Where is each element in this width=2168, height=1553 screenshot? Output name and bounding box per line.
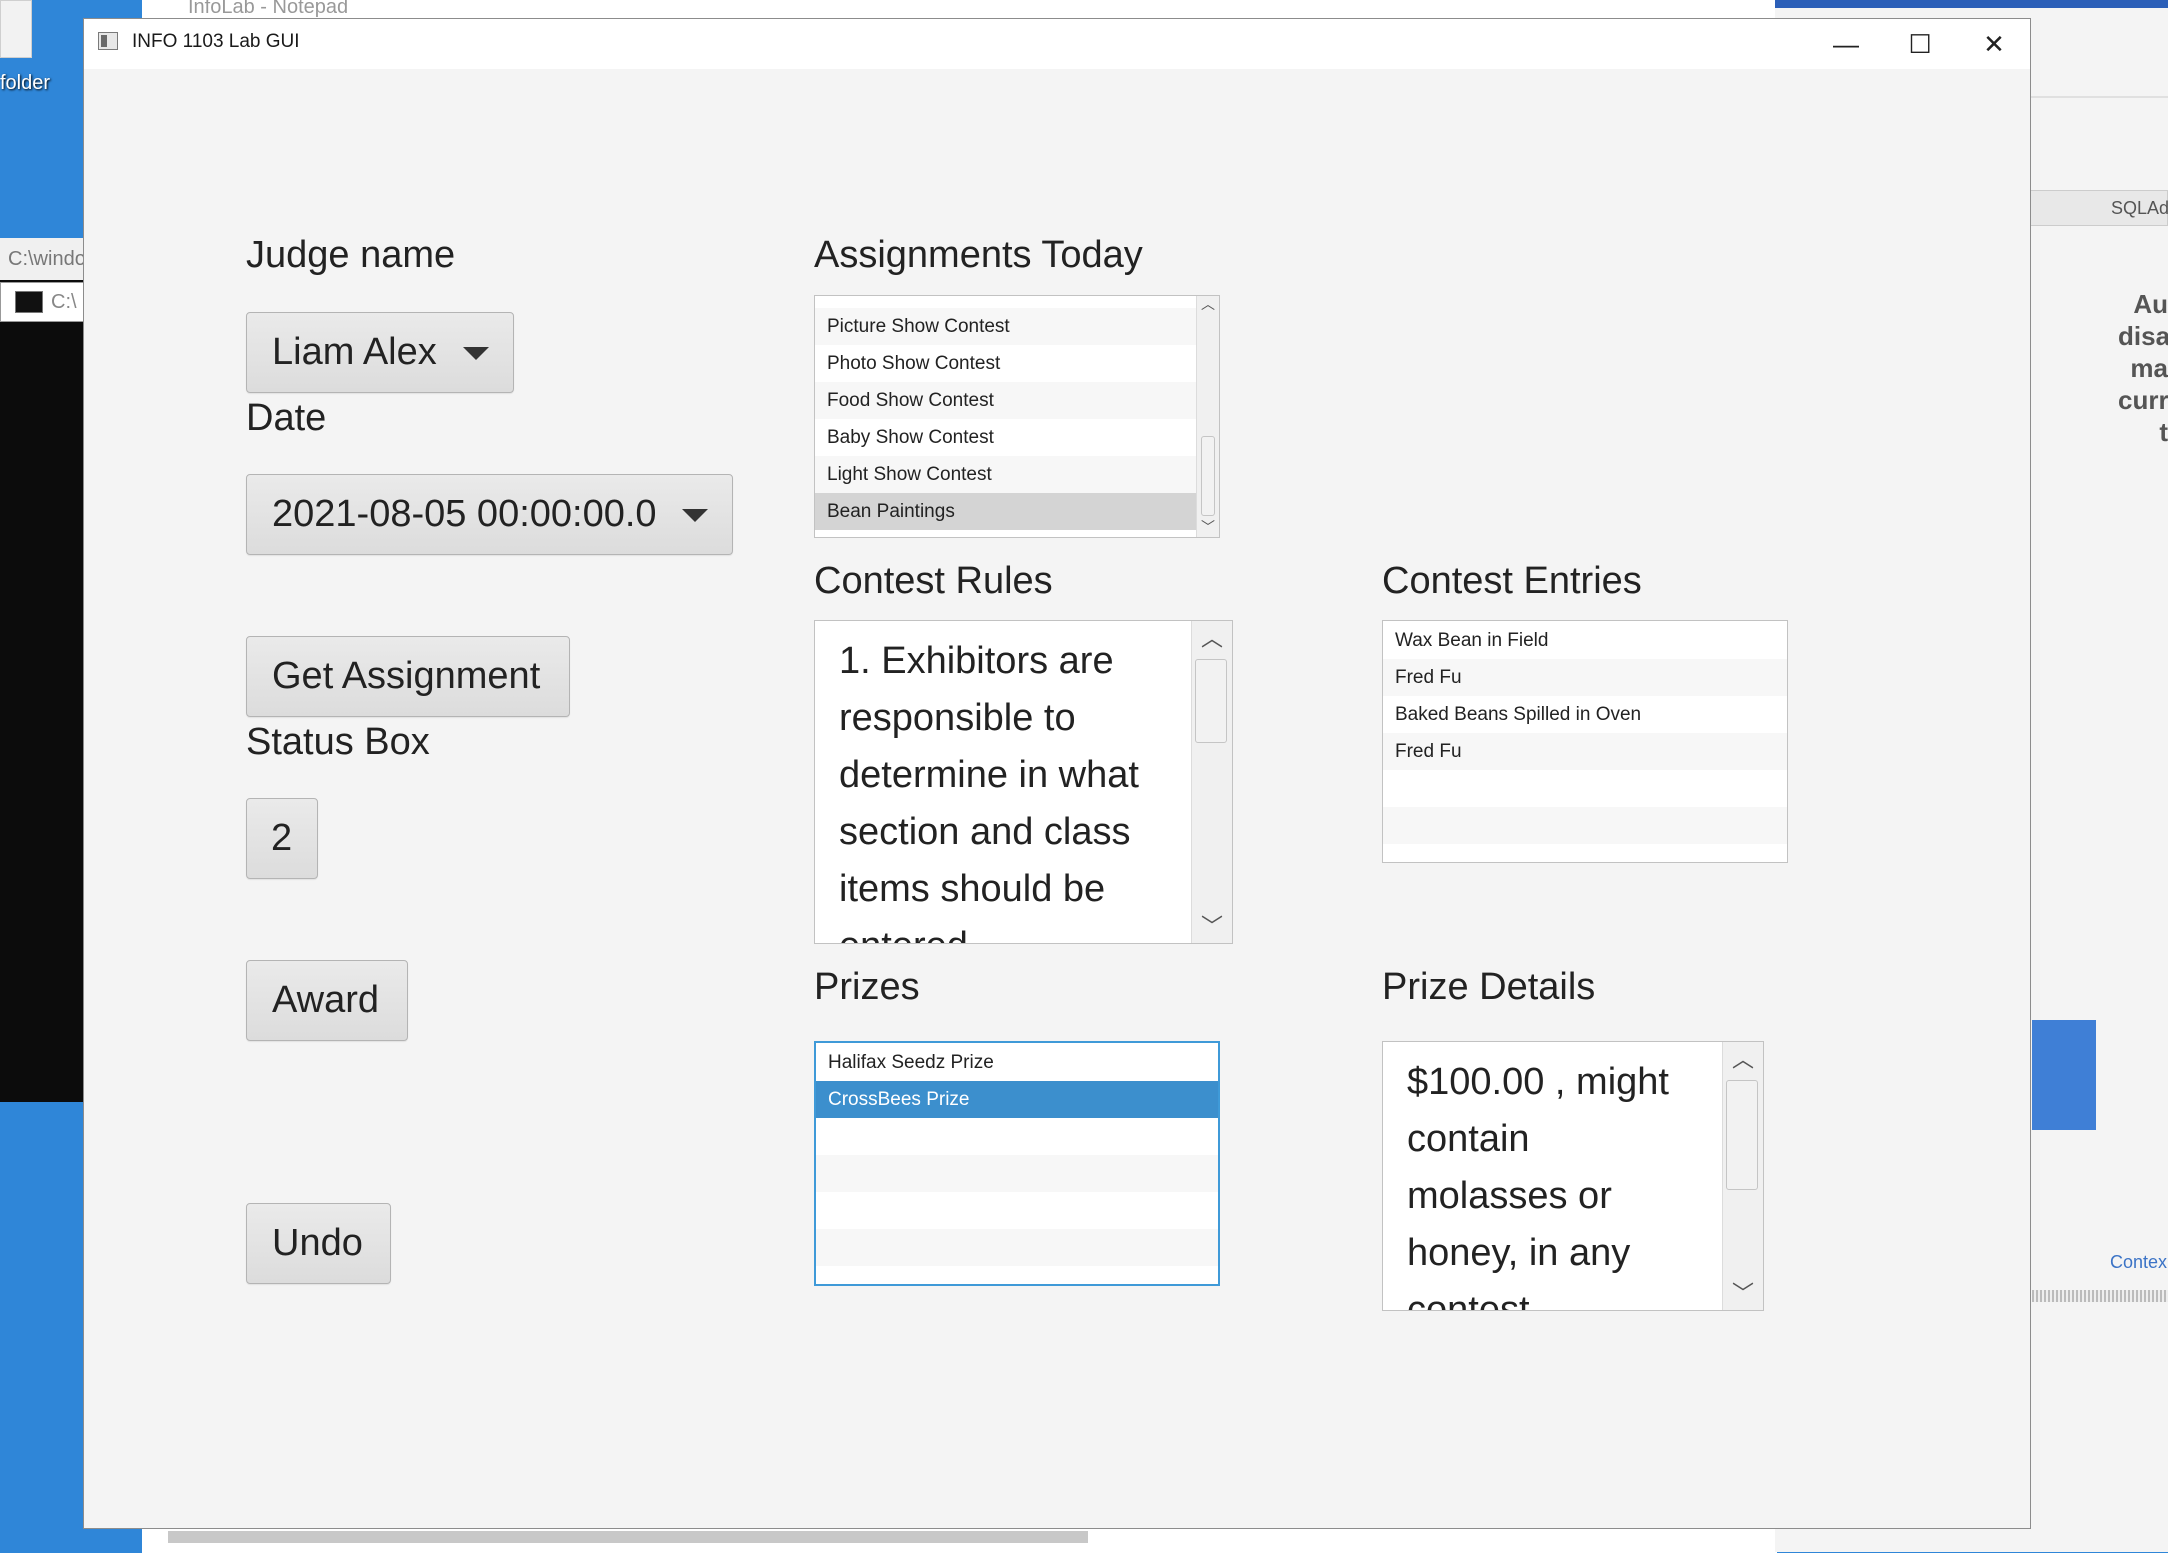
- chevron-down-icon[interactable]: ﹀: [1192, 909, 1232, 941]
- sql-side-text: Au disa ma curr t: [2118, 289, 2168, 447]
- list-item[interactable]: Photo Show Contest: [815, 345, 1197, 382]
- prize-details-textarea[interactable]: $100.00 , might contain molasses or hone…: [1382, 1041, 1764, 1311]
- chevron-down-icon[interactable]: ﹀: [1723, 1276, 1763, 1308]
- chevron-up-icon[interactable]: ︿: [1723, 1042, 1763, 1074]
- app-icon: [98, 32, 118, 50]
- status-box-label: Status Box: [246, 721, 430, 763]
- prize-details-label: Prize Details: [1382, 966, 1596, 1008]
- assignments-list[interactable]: Ball Show Contest Picture Show Contest P…: [814, 295, 1220, 538]
- folder-icon[interactable]: [0, 0, 32, 58]
- contest-entries-label: Contest Entries: [1382, 560, 1642, 602]
- empty-row: [816, 1229, 1218, 1266]
- scroll-thumb[interactable]: [1195, 659, 1227, 743]
- list-item[interactable]: Fred Fu: [1383, 659, 1787, 696]
- scroll-thumb[interactable]: [1201, 436, 1215, 516]
- list-item[interactable]: Wax Bean in Field: [1383, 622, 1787, 659]
- close-button[interactable]: ✕: [1957, 19, 2031, 69]
- maximize-button[interactable]: ☐: [1883, 19, 1957, 69]
- award-button[interactable]: Award: [246, 960, 408, 1041]
- titlebar: INFO 1103 Lab GUI — ☐ ✕: [84, 19, 2030, 69]
- window-title: INFO 1103 Lab GUI: [132, 31, 300, 52]
- notepad-scrollbar[interactable]: [168, 1531, 1088, 1543]
- list-item[interactable]: Light Show Contest: [815, 456, 1197, 493]
- contest-entries-list[interactable]: Wax Bean in Field Fred Fu Baked Beans Sp…: [1382, 620, 1788, 863]
- list-item[interactable]: Picture Show Contest: [815, 308, 1197, 345]
- contest-rules-label: Contest Rules: [814, 560, 1053, 602]
- judge-name-combobox[interactable]: Liam Alex: [246, 312, 514, 393]
- chevron-up-icon[interactable]: ︿: [1197, 296, 1219, 314]
- prize-details-text: $100.00 , might contain molasses or hone…: [1407, 1061, 1669, 1311]
- chevron-up-icon[interactable]: ︿: [1192, 621, 1232, 653]
- chevron-down-icon: [682, 509, 708, 522]
- sql-app-titlebar: [1775, 0, 2168, 8]
- console-tab[interactable]: C:\: [0, 282, 84, 322]
- date-combobox[interactable]: 2021-08-05 00:00:00.0: [246, 474, 733, 555]
- get-assignment-button[interactable]: Get Assignment: [246, 636, 570, 717]
- date-value: 2021-08-05 00:00:00.0: [272, 493, 657, 535]
- list-item[interactable]: Food Show Contest: [815, 382, 1197, 419]
- date-label: Date: [246, 397, 327, 439]
- rules-scrollbar[interactable]: ︿ ﹀: [1191, 621, 1232, 943]
- list-item-selected[interactable]: CrossBees Prize: [816, 1081, 1218, 1118]
- main-window: INFO 1103 Lab GUI — ☐ ✕ Judge name Liam …: [83, 18, 2031, 1529]
- assignments-scrollbar[interactable]: ︿ ﹀: [1196, 296, 1219, 537]
- sql-tab[interactable]: SQLAd: [2030, 190, 2168, 226]
- list-item[interactable]: Ball Show Contest: [815, 296, 1197, 308]
- prize-details-scrollbar[interactable]: ︿ ﹀: [1722, 1042, 1763, 1310]
- judge-name-label: Judge name: [246, 234, 456, 276]
- list-item[interactable]: Halifax Seedz Prize: [816, 1044, 1218, 1081]
- chevron-down-icon[interactable]: ﹀: [1197, 517, 1219, 537]
- notepad-title: InfoLab - Notepad: [188, 0, 349, 18]
- list-item[interactable]: Baby Show Contest: [815, 419, 1197, 456]
- empty-row: [816, 1118, 1218, 1155]
- scroll-thumb[interactable]: [1726, 1080, 1758, 1190]
- judge-name-value: Liam Alex: [272, 331, 437, 373]
- contest-rules-text: 1. Exhibitors are responsible to determi…: [839, 640, 1139, 943]
- minimize-button[interactable]: —: [1809, 19, 1883, 69]
- prizes-label: Prizes: [814, 966, 920, 1008]
- assignments-label: Assignments Today: [814, 234, 1143, 276]
- status-box: 2: [246, 798, 318, 879]
- context-link[interactable]: Contex: [2110, 1252, 2167, 1273]
- list-item[interactable]: Fred Fu: [1383, 733, 1787, 770]
- empty-row: [1383, 807, 1787, 844]
- list-item-selected[interactable]: Bean Paintings: [815, 493, 1197, 530]
- empty-row: [1383, 770, 1787, 807]
- console-address: C:\windo: [0, 238, 86, 280]
- chevron-down-icon: [463, 347, 489, 360]
- prizes-list[interactable]: Halifax Seedz Prize CrossBees Prize: [814, 1041, 1220, 1286]
- empty-row: [816, 1192, 1218, 1229]
- result-grid-button[interactable]: [2032, 1020, 2096, 1130]
- console-window: [0, 238, 84, 1102]
- splitter[interactable]: [2032, 1290, 2168, 1302]
- list-item[interactable]: Baked Beans Spilled in Oven: [1383, 696, 1787, 733]
- contest-rules-textarea[interactable]: 1. Exhibitors are responsible to determi…: [814, 620, 1233, 944]
- undo-button[interactable]: Undo: [246, 1203, 391, 1284]
- empty-row: [816, 1155, 1218, 1192]
- desktop-folder-label: folder: [0, 72, 51, 94]
